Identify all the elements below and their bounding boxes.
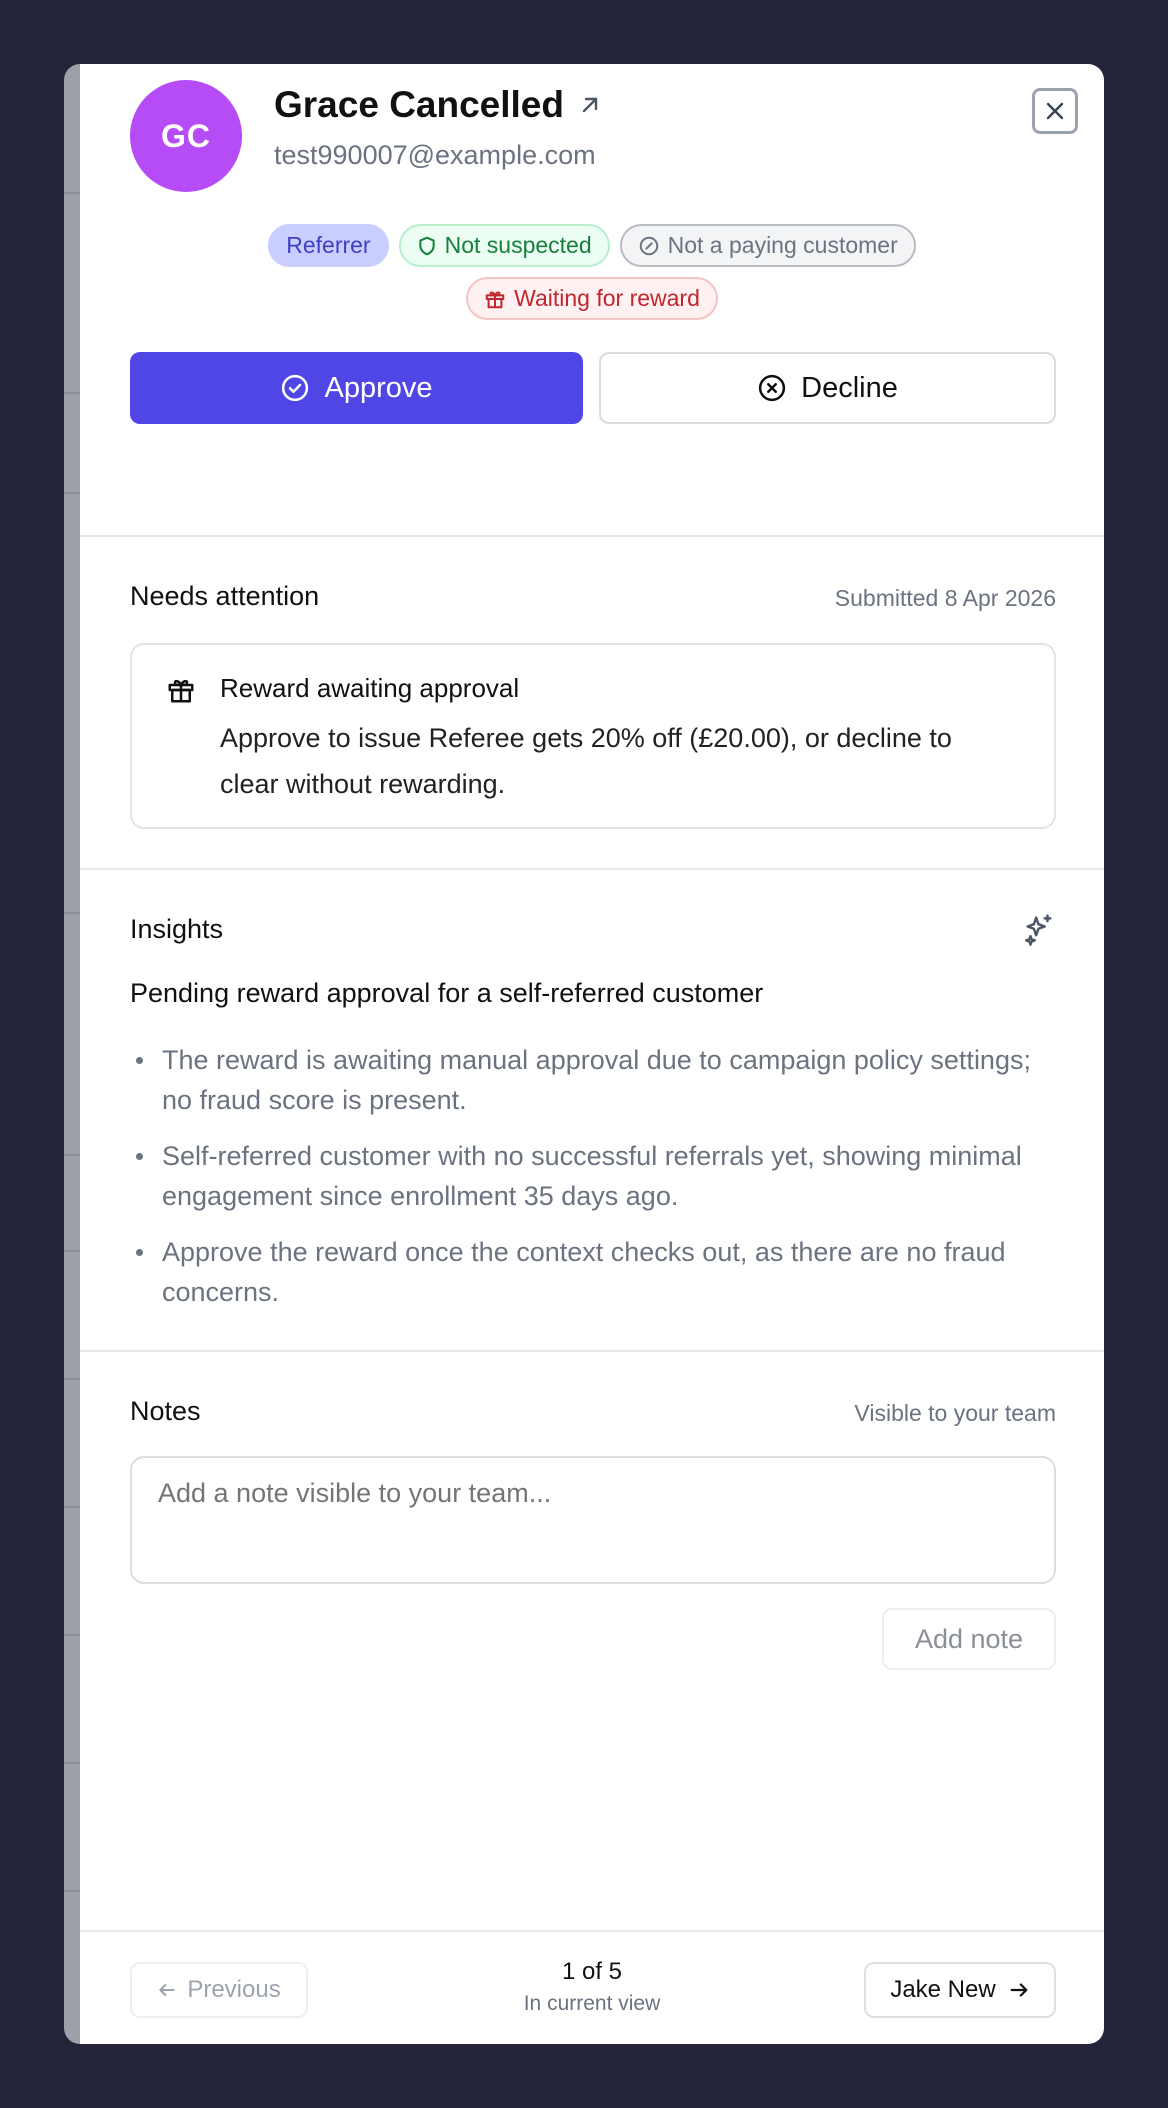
insights-section: Insights Pending reward approval for a s… [80, 870, 1104, 1352]
fraud-status-badge: Not suspected [398, 224, 610, 267]
status-badges: Referrer Not suspected Not a paying cust… [80, 224, 1104, 330]
arrow-left-icon [159, 1984, 175, 1996]
approve-button[interactable]: Approve [130, 352, 583, 424]
attention-card: Reward awaiting approval Approve to issu… [130, 643, 1056, 829]
avatar: GC [130, 80, 242, 192]
decline-button[interactable]: Decline [599, 352, 1056, 424]
insights-headline: Pending reward approval for a self-refer… [130, 978, 764, 1008]
reward-status-badge: Waiting for reward [466, 277, 718, 320]
customer-email: test990007@example.com [274, 140, 596, 170]
list-item: Self-referred customer with no successfu… [130, 1136, 1056, 1216]
external-link-icon[interactable] [578, 93, 602, 117]
section-title: Notes [130, 1396, 201, 1426]
notes-visibility: Visible to your team [854, 1400, 1056, 1426]
needs-attention-section: Needs attention Submitted 8 Apr 2026 Rew… [80, 537, 1104, 870]
list-item: Approve the reward once the context chec… [130, 1232, 1056, 1312]
add-note-button[interactable]: Add note [882, 1608, 1056, 1670]
paying-status-badge: Not a paying customer [619, 224, 916, 267]
previous-button[interactable]: Previous [130, 1962, 308, 2018]
panel-header: GC Grace Cancelled test990007@example.co… [80, 64, 1104, 537]
close-button[interactable] [1032, 88, 1078, 134]
sparkles-icon[interactable] [1022, 912, 1056, 946]
customer-detail-panel: GC Grace Cancelled test990007@example.co… [80, 64, 1104, 2044]
section-title: Insights [130, 914, 224, 944]
gift-icon [168, 679, 194, 703]
shield-icon [418, 236, 435, 255]
submitted-date: Submitted 8 Apr 2026 [834, 585, 1056, 611]
insights-list: The reward is awaiting manual approval d… [130, 1040, 1056, 1328]
next-button[interactable]: Jake New [864, 1962, 1056, 2018]
notes-section: Notes Visible to your team Add note [80, 1352, 1104, 1992]
close-icon [1046, 102, 1064, 120]
arrow-right-icon [1010, 1983, 1028, 1997]
customer-name: Grace Cancelled [274, 84, 564, 125]
check-circle-icon [282, 374, 309, 402]
section-title: Needs attention [130, 581, 320, 611]
attention-card-body: Approve to issue Referee gets 20% off (£… [220, 723, 952, 799]
panel-footer: 1 of 5 In current view Previous Jake New [80, 1930, 1104, 2044]
list-item: The reward is awaiting manual approval d… [130, 1040, 1056, 1120]
referrer-badge: Referrer [268, 224, 389, 267]
attention-card-title: Reward awaiting approval [220, 673, 520, 703]
note-input[interactable] [130, 1456, 1056, 1584]
slash-circle-icon [639, 236, 658, 255]
x-circle-icon [759, 374, 786, 402]
gift-icon [485, 291, 505, 308]
